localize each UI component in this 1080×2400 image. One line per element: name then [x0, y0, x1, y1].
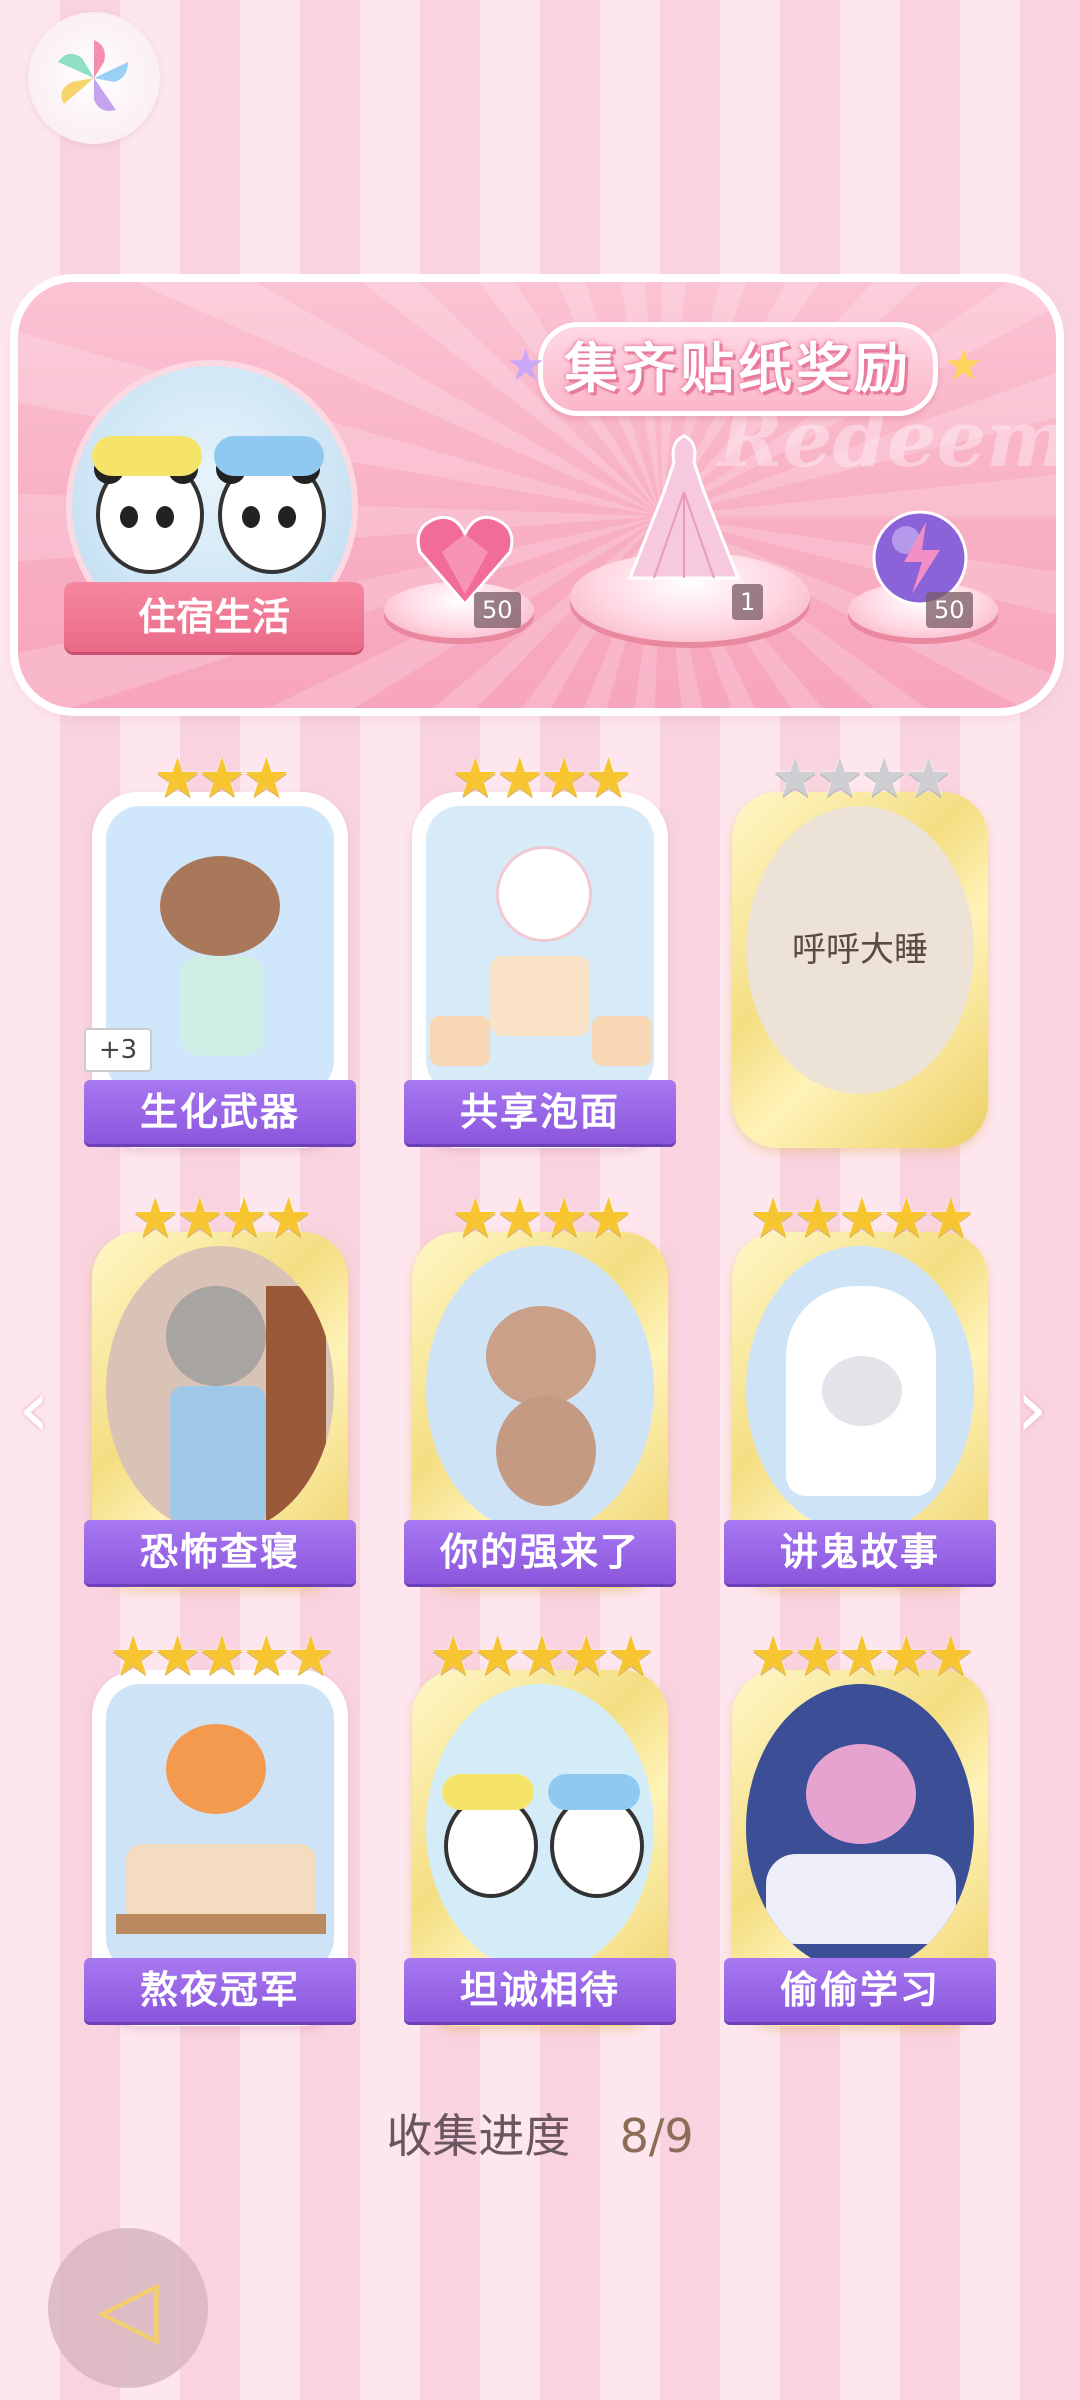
sticker-card[interactable]: ★★★★★ 偷偷学习	[724, 1626, 996, 2026]
sticker-label: 生化武器	[84, 1080, 356, 1144]
sticker-label: 熬夜冠军	[84, 1958, 356, 2022]
sticker-card[interactable]: ★★★★ 你的强来了	[404, 1188, 676, 1588]
sticker-image	[746, 1684, 974, 1972]
progress-value: 8/9	[619, 2109, 694, 2163]
star-rating: ★★★★★	[108, 1624, 335, 1687]
star-rating: ★★★★	[451, 1186, 633, 1249]
star-rating: ★★★★	[131, 1186, 313, 1249]
pinwheel-logo-icon	[58, 40, 128, 111]
sticker-image	[426, 1246, 654, 1534]
star-rating: ★★★	[153, 746, 290, 809]
sticker-card-locked[interactable]: ★★★★ 呼呼大睡	[732, 748, 988, 1148]
sticker-card[interactable]: ★★★★★ 讲鬼故事	[724, 1188, 996, 1588]
sticker-label: 讲鬼故事	[724, 1520, 996, 1584]
sticker-label: 偷偷学习	[724, 1958, 996, 2022]
sticker-card[interactable]: ★★★★ 共享泡面	[404, 748, 676, 1148]
reward-count: 50	[926, 592, 973, 628]
next-page-arrow-icon[interactable]: ›	[1010, 1369, 1054, 1449]
star-rating: ★★★★★	[748, 1624, 975, 1687]
sticker-card[interactable]: ★★★★★ 熬夜冠军	[84, 1626, 356, 2026]
reward-banner: Redeem 集齐贴纸奖励 ★ ★ 住宿生活 50 1 50	[18, 282, 1056, 708]
sticker-label: 你的强来了	[404, 1520, 676, 1584]
sticker-card[interactable]: ★★★★★ 坦诚相待	[404, 1626, 676, 2026]
dress-outfit-icon[interactable]	[624, 432, 744, 586]
reward-count: 1	[732, 584, 764, 620]
sticker-image	[426, 806, 654, 1094]
star-rating: ★★★★★	[748, 1186, 975, 1249]
sticker-label: 恐怖查寝	[84, 1520, 356, 1584]
collection-progress: 收集进度 8/9	[0, 2100, 1080, 2166]
banner-title: 集齐贴纸奖励	[564, 337, 912, 400]
bonus-badge: +3	[84, 1028, 152, 1072]
star-rating: ★★★★	[451, 746, 633, 809]
star-rating: ★★★★	[771, 746, 953, 809]
sticker-image	[106, 1246, 334, 1534]
prev-page-arrow-icon[interactable]: ‹	[12, 1369, 56, 1449]
sticker-image	[746, 1246, 974, 1534]
star-rating: ★★★★★	[428, 1624, 655, 1687]
app-logo[interactable]	[28, 12, 160, 144]
back-arrow-icon[interactable]: ◁	[48, 2228, 208, 2388]
sticker-image	[106, 1684, 334, 1972]
reward-count: 50	[474, 592, 521, 628]
sticker-card[interactable]: ★★★★ 恐怖查寝	[84, 1188, 356, 1588]
sticker-image	[426, 1684, 654, 1972]
progress-label: 收集进度	[386, 2109, 571, 2163]
purple-star-icon: ★	[506, 340, 546, 391]
sticker-card[interactable]: ★★★ +3 生化武器	[84, 748, 356, 1148]
sticker-label: 共享泡面	[404, 1080, 676, 1144]
gold-star-icon: ★	[944, 340, 984, 391]
locked-sticker-label: 呼呼大睡	[792, 930, 928, 970]
sticker-label: 坦诚相待	[404, 1958, 676, 2022]
album-label: 住宿生活	[137, 595, 290, 639]
